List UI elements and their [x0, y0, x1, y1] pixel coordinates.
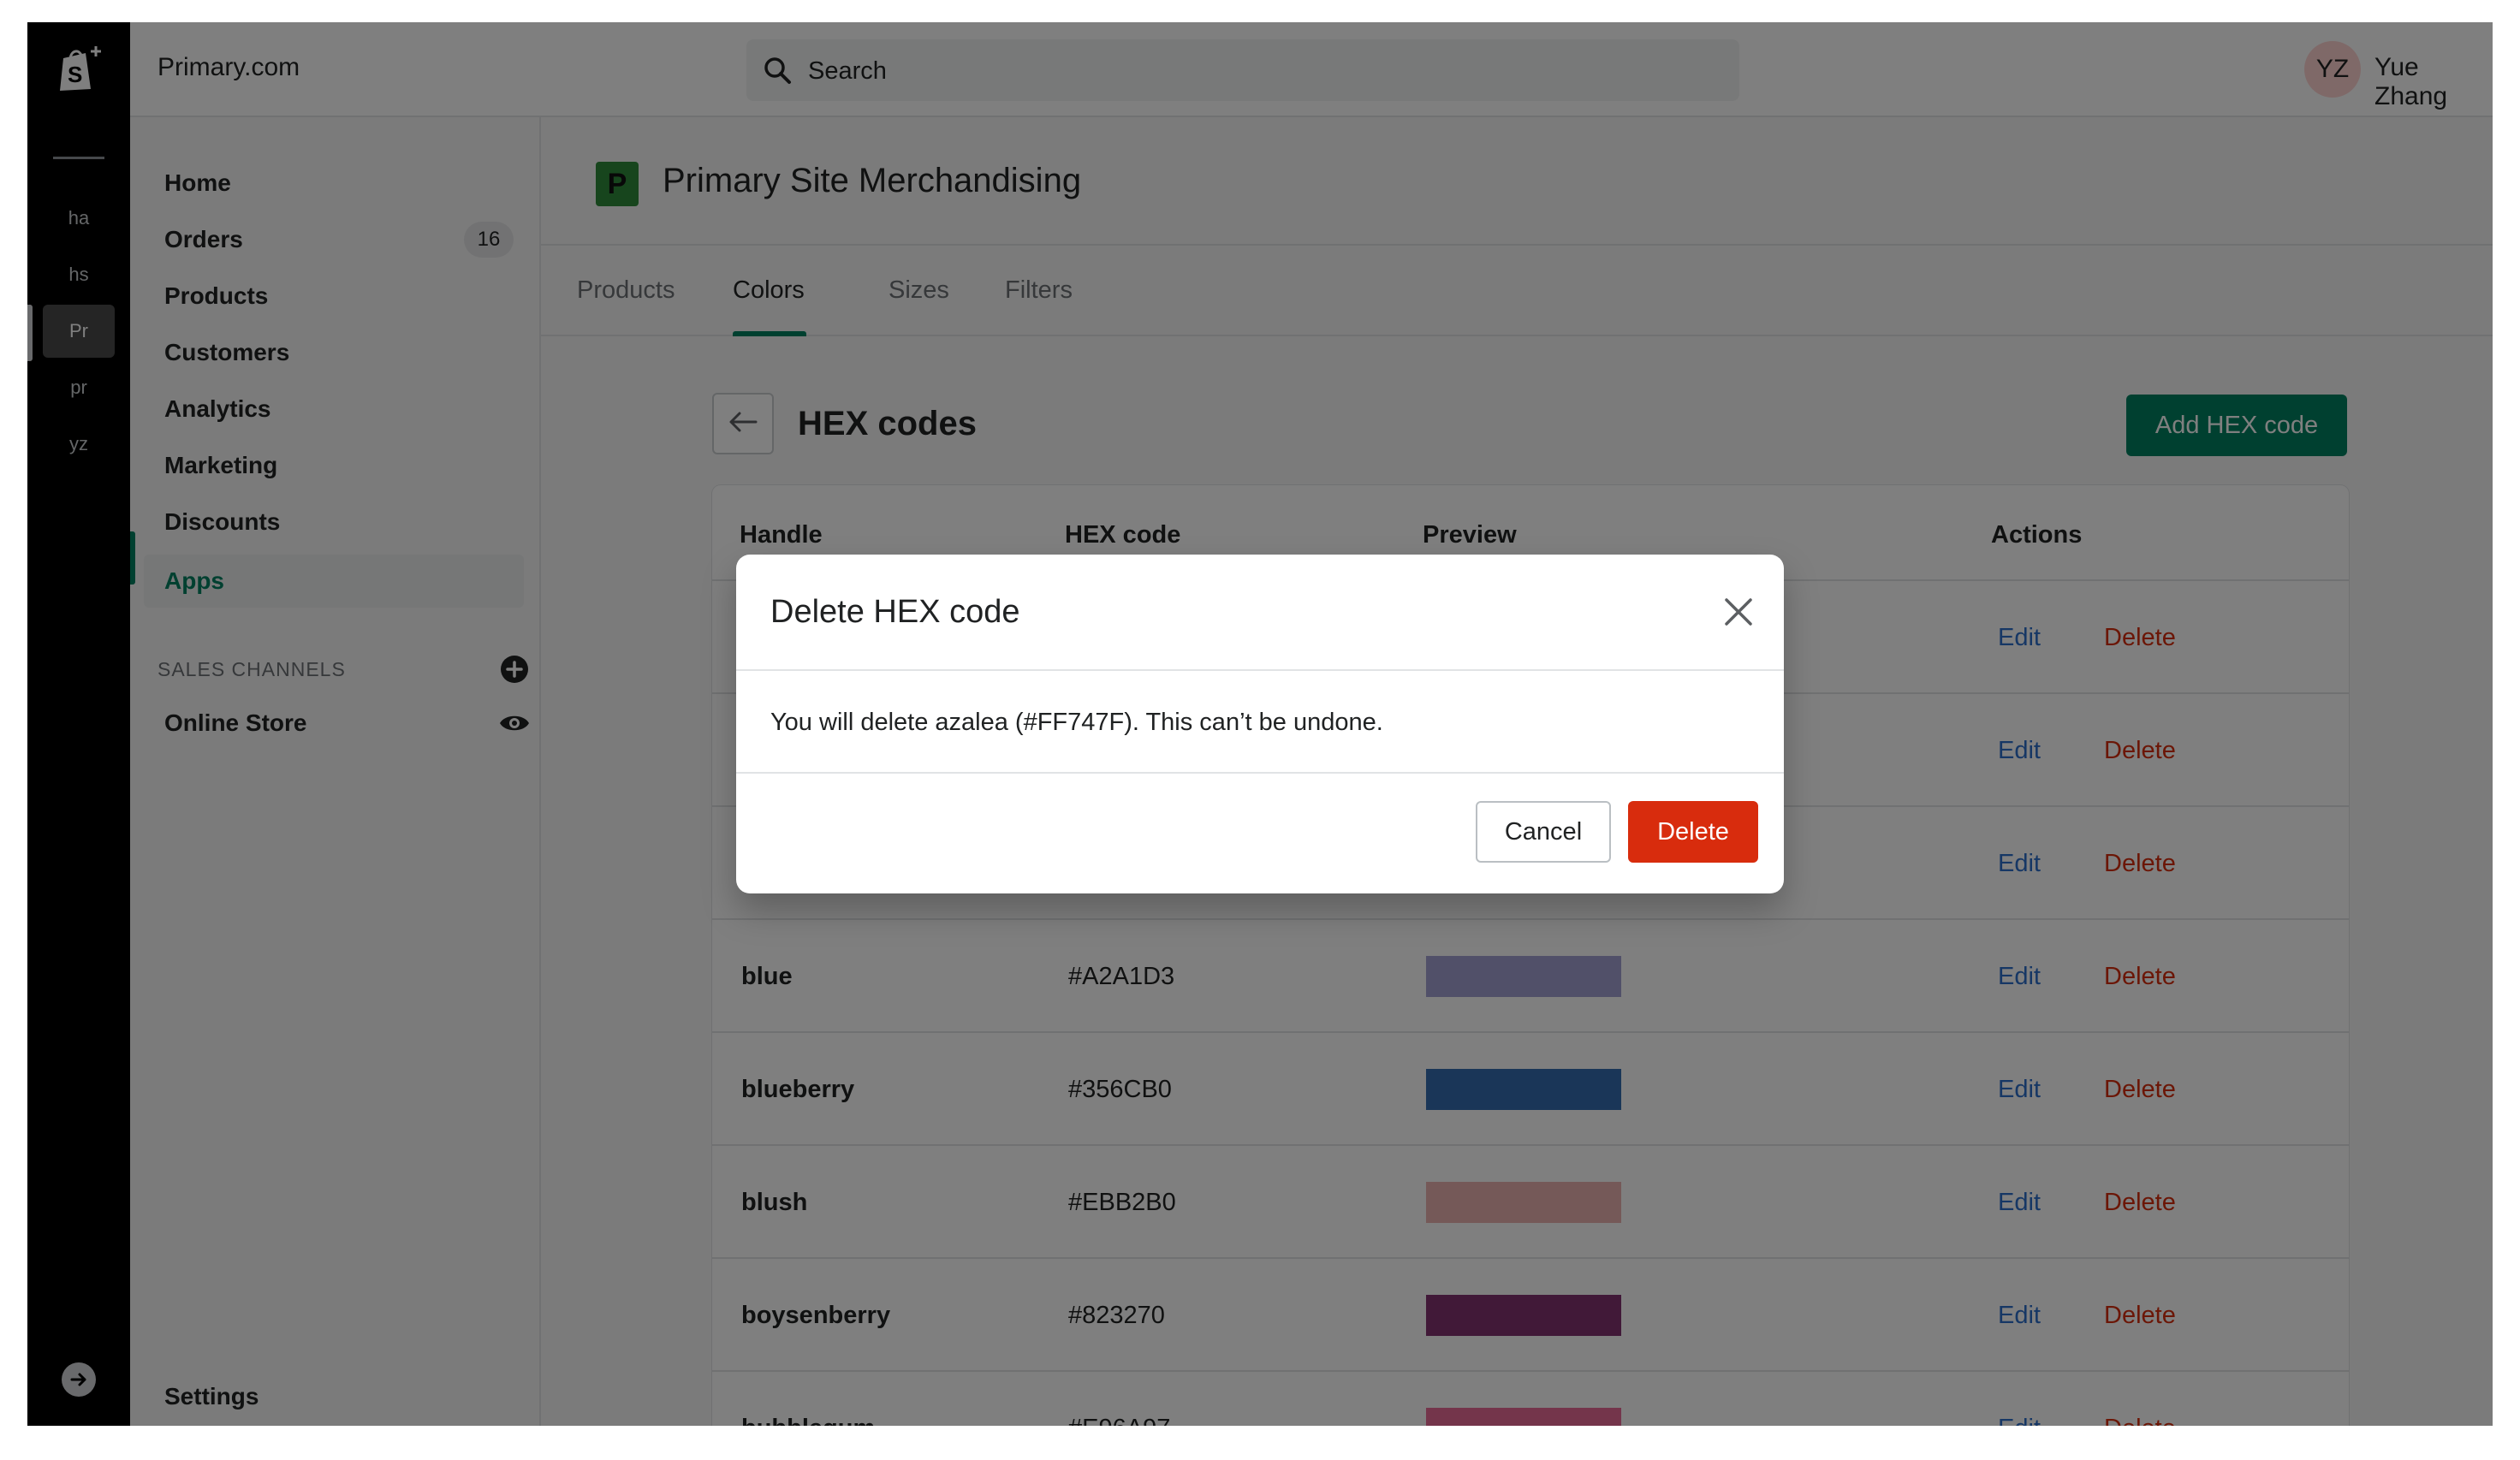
app-window: S ha hs Pr pr yz Primary.com Search YZ Y… [27, 22, 2493, 1426]
modal-message: You will delete azalea (#FF747F). This c… [770, 709, 1383, 736]
confirm-delete-button[interactable]: Delete [1628, 801, 1758, 863]
delete-hex-code-modal: Delete HEX code You will delete azalea (… [736, 555, 1784, 893]
cancel-button[interactable]: Cancel [1476, 801, 1611, 863]
modal-title: Delete HEX code [770, 594, 1020, 630]
modal-header-divider [736, 669, 1784, 671]
modal-footer-divider [736, 772, 1784, 774]
close-icon[interactable] [1719, 592, 1758, 632]
